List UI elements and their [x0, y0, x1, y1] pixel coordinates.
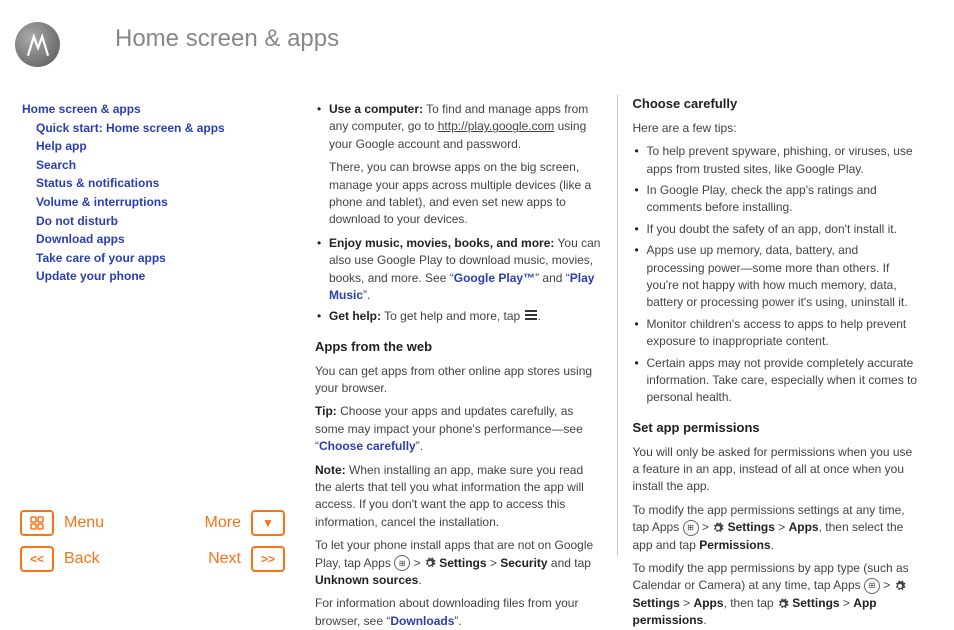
heading-apps-web: Apps from the web: [315, 338, 602, 357]
more-button-icon[interactable]: ▼: [251, 510, 285, 536]
sidebar-item-help[interactable]: Help app: [36, 139, 87, 153]
sidebar-item-search[interactable]: Search: [36, 158, 76, 172]
menu-button[interactable]: Menu: [64, 514, 104, 532]
sidebar-item-quickstart[interactable]: Quick start: Home screen & apps: [36, 121, 225, 135]
tip-paragraph: Tip: Choose your apps and updates carefu…: [315, 403, 602, 455]
link-downloads[interactable]: Downloads: [390, 614, 454, 628]
gear-icon: [894, 580, 906, 592]
link-choose-carefully[interactable]: Choose carefully: [319, 439, 416, 453]
next-button[interactable]: Next: [208, 550, 241, 568]
sidebar-item-download[interactable]: Download apps: [36, 232, 125, 246]
back-button-icon[interactable]: <<: [20, 546, 54, 572]
link-play-google[interactable]: http://play.google.com: [438, 119, 555, 133]
apps-icon: ⊞: [683, 520, 699, 536]
bullet-enjoy: Enjoy music, movies, books, and more: Yo…: [315, 235, 602, 305]
link-google-play[interactable]: Google Play™: [454, 271, 535, 285]
tip-item: Apps use up memory, data, battery, and p…: [633, 242, 920, 312]
sidebar-item-status[interactable]: Status & notifications: [36, 176, 159, 190]
sidebar-heading[interactable]: Home screen & apps: [22, 102, 141, 116]
heading-choose-carefully: Choose carefully: [633, 95, 920, 114]
page-title: Home screen & apps: [115, 25, 339, 53]
back-button[interactable]: Back: [64, 550, 100, 568]
menu-icon: [524, 308, 538, 325]
unknown-sources-paragraph: To let your phone install apps that are …: [315, 537, 602, 589]
sidebar-item-update[interactable]: Update your phone: [36, 269, 145, 283]
motorola-logo: [15, 22, 60, 67]
sidebar-nav: Home screen & apps Quick start: Home scr…: [22, 100, 262, 286]
menu-button-icon[interactable]: [20, 510, 54, 536]
footer-nav: Menu More ▼ << Back Next >>: [20, 510, 285, 582]
gear-icon: [777, 598, 789, 610]
note-paragraph: Note: When installing an app, make sure …: [315, 462, 602, 532]
tip-item: Monitor children's access to apps to hel…: [633, 316, 920, 351]
bullet-get-help: Get help: To get help and more, tap .: [315, 308, 602, 326]
tip-item: Certain apps may not provide completely …: [633, 355, 920, 407]
apps-icon: ⊞: [864, 578, 880, 594]
modify-permissions-paragraph: To modify the app permissions settings a…: [633, 502, 920, 554]
modify-by-type-paragraph: To modify the app permissions by app typ…: [633, 560, 920, 630]
sidebar-item-dnd[interactable]: Do not disturb: [36, 214, 118, 228]
next-button-icon[interactable]: >>: [251, 546, 285, 572]
heading-app-permissions: Set app permissions: [633, 419, 920, 438]
more-button[interactable]: More: [205, 514, 241, 532]
gear-icon: [424, 557, 436, 569]
gear-icon: [712, 522, 724, 534]
column-2: Choose carefully Here are a few tips: To…: [618, 95, 935, 556]
column-1: Use a computer: To find and manage apps …: [300, 95, 618, 556]
apps-icon: ⊞: [394, 555, 410, 571]
downloads-paragraph: For information about downloading files …: [315, 595, 602, 630]
tip-item: In Google Play, check the app's ratings …: [633, 182, 920, 217]
tips-list: To help prevent spyware, phishing, or vi…: [633, 143, 920, 406]
bullet-use-computer: Use a computer: To find and manage apps …: [315, 101, 602, 229]
sidebar-item-care[interactable]: Take care of your apps: [36, 251, 166, 265]
tip-item: If you doubt the safety of an app, don't…: [633, 221, 920, 238]
tip-item: To help prevent spyware, phishing, or vi…: [633, 143, 920, 178]
sidebar-item-volume[interactable]: Volume & interruptions: [36, 195, 168, 209]
